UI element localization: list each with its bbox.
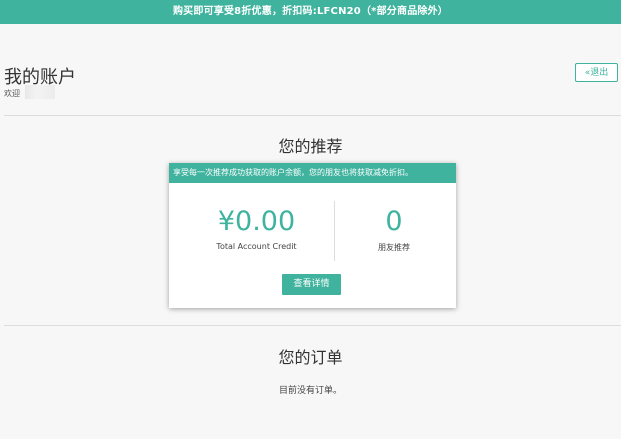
- blurred-username: [25, 85, 55, 99]
- promo-banner: 购买即可享受8折优惠，折扣码:LFCN20（*部分商品除外）: [0, 0, 621, 24]
- divider: [4, 325, 621, 326]
- divider: [4, 115, 621, 116]
- no-orders-message: 目前没有订单。: [278, 386, 342, 396]
- orders-section-title: 您的订单: [278, 348, 343, 367]
- welcome-text: 欢迎: [4, 89, 20, 98]
- logout-button[interactable]: «退出: [575, 63, 618, 82]
- account-credit-label: Total Account Credit: [216, 242, 297, 251]
- referral-card: 享受每一次推荐成功获取的账户余额，您的朋友也将获取减免折扣。 ¥0.00 Tot…: [169, 163, 456, 308]
- referrals-section-title: 您的推荐: [278, 137, 343, 156]
- referral-count-label: 朋友推荐: [378, 243, 410, 252]
- account-credit-value: ¥0.00: [217, 206, 296, 237]
- view-details-button[interactable]: 查看详情: [282, 274, 341, 295]
- referral-card-header: 享受每一次推荐成功获取的账户余额，您的朋友也将获取减免折扣。: [169, 163, 456, 183]
- referral-count-value: 0: [385, 206, 403, 237]
